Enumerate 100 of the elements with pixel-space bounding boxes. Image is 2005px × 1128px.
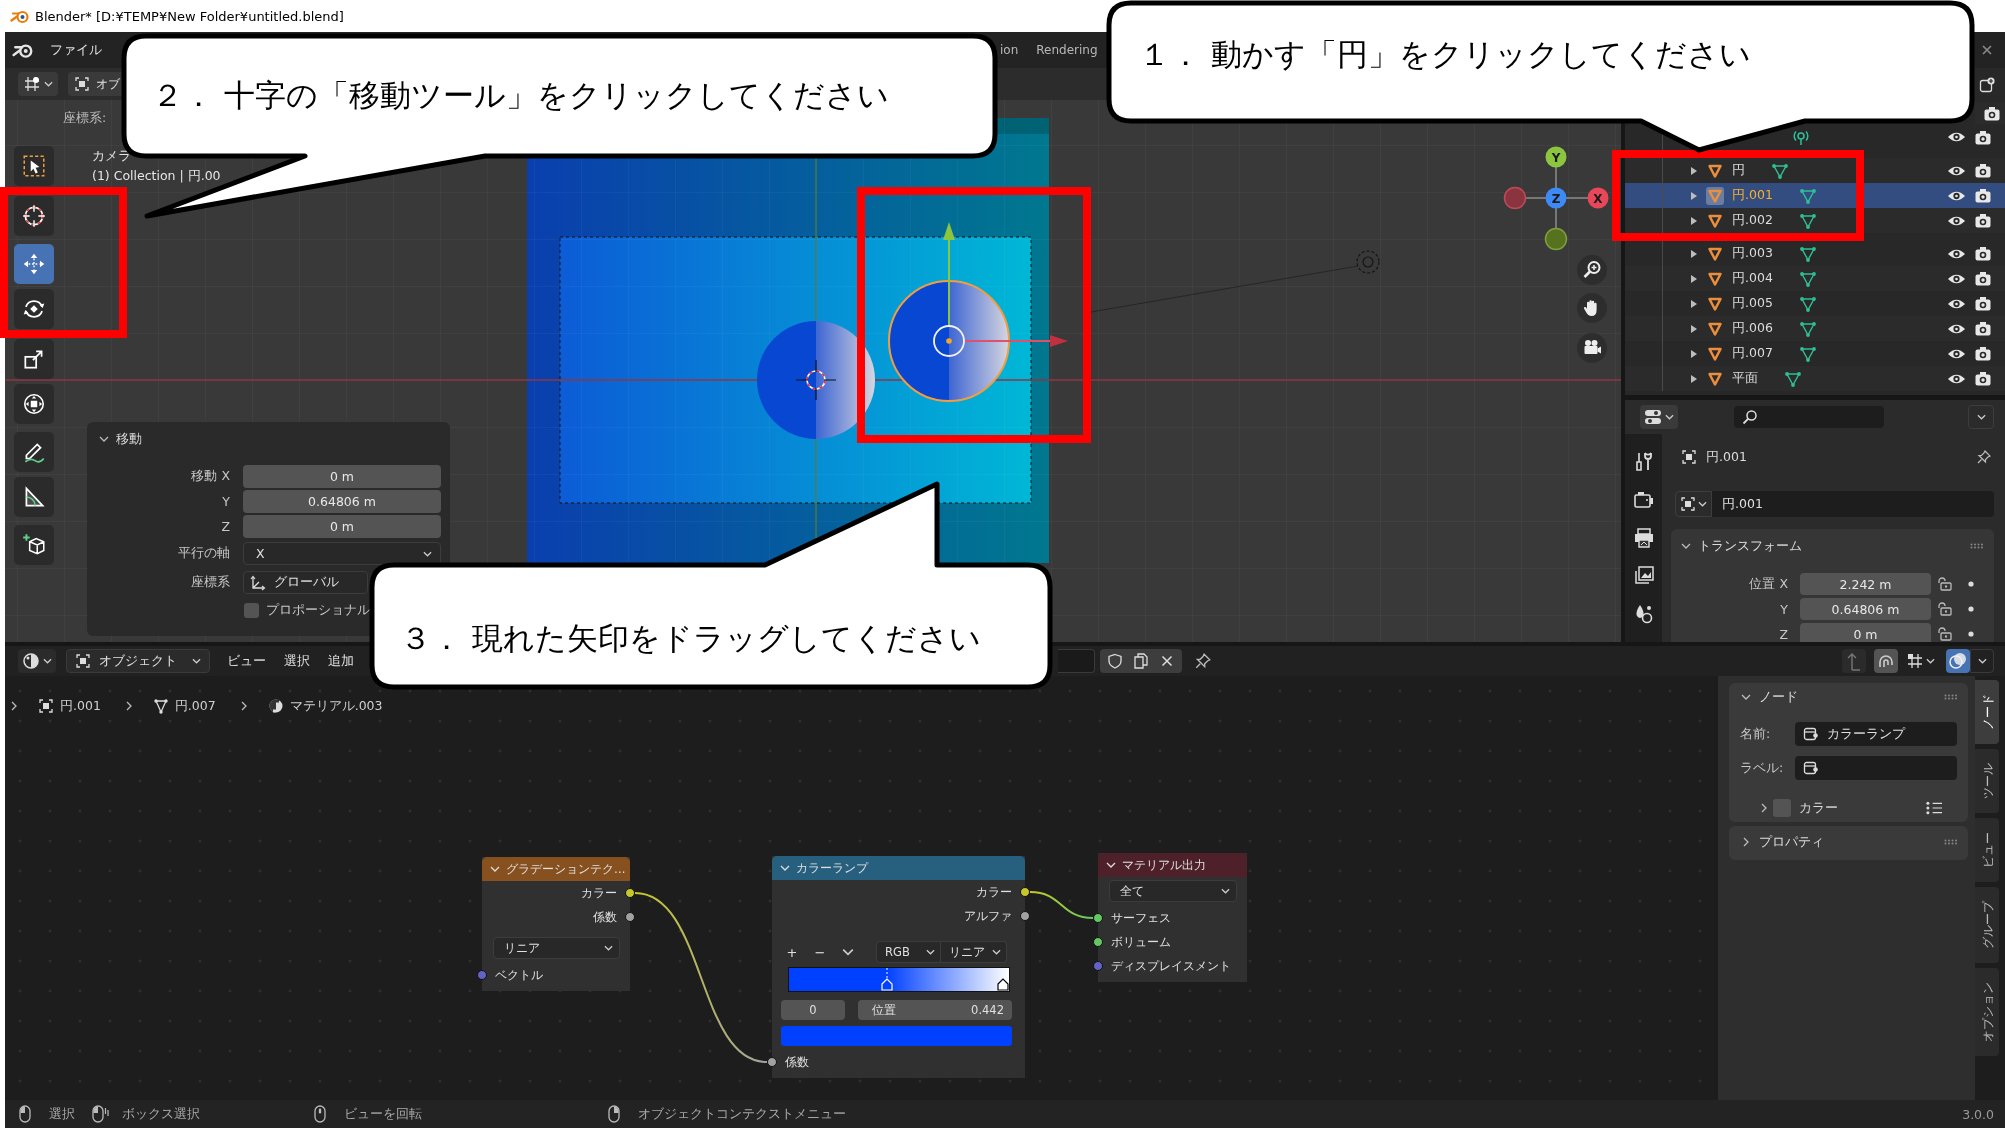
movie-camera-icon[interactable] — [1577, 333, 1607, 363]
circle-object[interactable] — [757, 321, 875, 439]
dropdown[interactable]: グローバル — [243, 571, 368, 594]
workspace-tab[interactable]: Rendering — [1036, 40, 1098, 60]
hand-icon[interactable] — [1577, 293, 1607, 323]
socket-icon[interactable] — [625, 912, 635, 922]
panel-title[interactable]: プロパティ — [1759, 833, 1824, 851]
object-name[interactable]: 円.005 — [1732, 295, 1773, 312]
navigation-gizmo-drawing[interactable]: X Y Z — [1503, 146, 1609, 251]
blender-logo-icon[interactable] — [12, 41, 34, 59]
lock-icon[interactable] — [1937, 602, 1953, 616]
mesh-icon[interactable] — [1784, 369, 1802, 388]
photo-camera-icon[interactable] — [1975, 163, 1991, 178]
socket-icon[interactable] — [1020, 887, 1030, 897]
pin-icon[interactable] — [1976, 449, 1992, 465]
socket-icon[interactable] — [767, 1057, 777, 1067]
sidebar-tab[interactable]: グループ — [1975, 887, 1999, 963]
ramp-button[interactable]: + — [784, 944, 800, 960]
tool-button[interactable] — [14, 196, 54, 236]
number-field[interactable]: 0 m — [1800, 623, 1931, 642]
dot-icon[interactable] — [1967, 580, 1975, 588]
socket-icon[interactable] — [1020, 911, 1030, 921]
mesh-icon[interactable] — [1771, 161, 1789, 180]
sidebar-tab[interactable]: オプション — [1975, 968, 1999, 1056]
pin-icon[interactable] — [1194, 652, 1212, 670]
drag-handle-icon[interactable] — [1970, 543, 1984, 549]
chevron-icon[interactable] — [99, 434, 109, 444]
menu-item[interactable]: ビュー — [227, 652, 266, 670]
node-header[interactable]: グラデーションテク… — [482, 857, 630, 881]
number-field[interactable]: 0 m — [243, 465, 441, 488]
copy-icon[interactable] — [1133, 653, 1149, 669]
tool-button[interactable] — [14, 146, 54, 186]
axis-arrow[interactable] — [943, 222, 955, 326]
axis-arrow[interactable] — [964, 335, 1068, 347]
photo-camera-icon[interactable] — [1975, 321, 1991, 336]
object-name[interactable]: 円.001 — [1732, 187, 1773, 204]
dot-icon[interactable] — [1967, 630, 1975, 638]
subpanel-title[interactable]: カラー — [1799, 799, 1838, 817]
menu-item[interactable]: 選択 — [284, 652, 310, 670]
menu-item[interactable]: ファイル — [50, 41, 102, 59]
ramp-stop-handle[interactable] — [880, 968, 893, 991]
search-field[interactable] — [1734, 406, 1884, 428]
outliner-row[interactable]: 円.001 — [1625, 183, 2005, 208]
number-field[interactable]: 0.64806 m — [1800, 598, 1931, 620]
breadcrumb-item[interactable]: 円.007 — [174, 697, 216, 715]
mesh-icon[interactable] — [1798, 269, 1817, 288]
chevron-icon[interactable] — [780, 863, 790, 873]
chevron-icon[interactable] — [1681, 541, 1691, 551]
expand-arrow-icon[interactable] — [1690, 323, 1698, 334]
breadcrumb-item[interactable]: マテリアル.003 — [289, 697, 383, 715]
expand-arrow-icon[interactable] — [1690, 215, 1698, 226]
expand-arrow-icon[interactable] — [1690, 165, 1698, 176]
photo-camera-icon[interactable] — [1975, 346, 1991, 361]
material-name-field[interactable] — [1058, 649, 1095, 673]
number-field[interactable]: 0.64806 m — [243, 490, 441, 513]
node-link[interactable] — [1029, 891, 1094, 919]
ramp-button[interactable]: − — [812, 944, 828, 960]
dropdown[interactable]: X — [243, 542, 441, 565]
expand-arrow-icon[interactable] — [1690, 298, 1698, 309]
drag-handle-icon[interactable] — [1944, 694, 1958, 700]
plus-box-icon[interactable] — [1979, 77, 1995, 93]
sidebar-tab[interactable]: ツール — [1975, 749, 1999, 813]
tool-button[interactable] — [14, 432, 54, 472]
mesh-icon[interactable] — [1798, 294, 1817, 313]
drag-handle-icon[interactable] — [1944, 839, 1958, 845]
chevron-icon[interactable] — [1741, 692, 1751, 702]
mode-dropdown[interactable]: オブジェクト — [66, 649, 210, 673]
socket-icon[interactable] — [1093, 913, 1103, 923]
checkbox[interactable] — [244, 603, 259, 618]
photo-camera-icon[interactable] — [1975, 246, 1991, 261]
dropdown[interactable]: 全て — [1109, 880, 1237, 902]
checkbox[interactable] — [1773, 799, 1791, 817]
chevron-icon[interactable] — [490, 864, 500, 874]
overlapping-circles-icon[interactable] — [1946, 649, 1970, 673]
node-header[interactable]: マテリアル出力 — [1098, 853, 1247, 877]
number-field[interactable]: 0 m — [243, 515, 441, 538]
selected-circle-object[interactable] — [888, 280, 1010, 402]
dropdown[interactable]: RGB — [876, 941, 941, 963]
list-icon[interactable] — [1926, 801, 1943, 815]
number-field[interactable]: 位置 0.442 — [858, 1000, 1012, 1020]
gizmo-center-ring[interactable] — [933, 325, 965, 357]
caret-icon[interactable] — [842, 948, 854, 956]
antenna-icon[interactable] — [1792, 128, 1810, 146]
overlay-options-button[interactable] — [1970, 649, 1994, 673]
mesh-icon[interactable] — [1798, 344, 1817, 363]
tool-button[interactable] — [14, 339, 54, 379]
photo-camera-icon[interactable] — [1975, 271, 1991, 286]
object-name[interactable]: 円 — [1732, 162, 1745, 179]
mesh-icon[interactable] — [1798, 244, 1817, 263]
socket-icon[interactable] — [625, 888, 635, 898]
node-link[interactable] — [634, 892, 768, 1063]
breadcrumb-item[interactable]: 円.001 — [60, 697, 101, 715]
chevron-icon[interactable] — [1741, 837, 1751, 847]
shader-node[interactable]: カラーランプ カラー アルファ + − RGB リニア 0 位置 0.442 係数 — [767, 856, 1030, 1078]
close-icon[interactable] — [1159, 653, 1175, 669]
workspace-tab[interactable]: ion — [1000, 40, 1019, 60]
dropdown[interactable]: リニア — [493, 937, 620, 959]
editor-type-button[interactable] — [1640, 405, 1678, 429]
color-ramp-bar[interactable] — [788, 967, 1010, 992]
object-name[interactable]: 平面 — [1732, 370, 1758, 387]
